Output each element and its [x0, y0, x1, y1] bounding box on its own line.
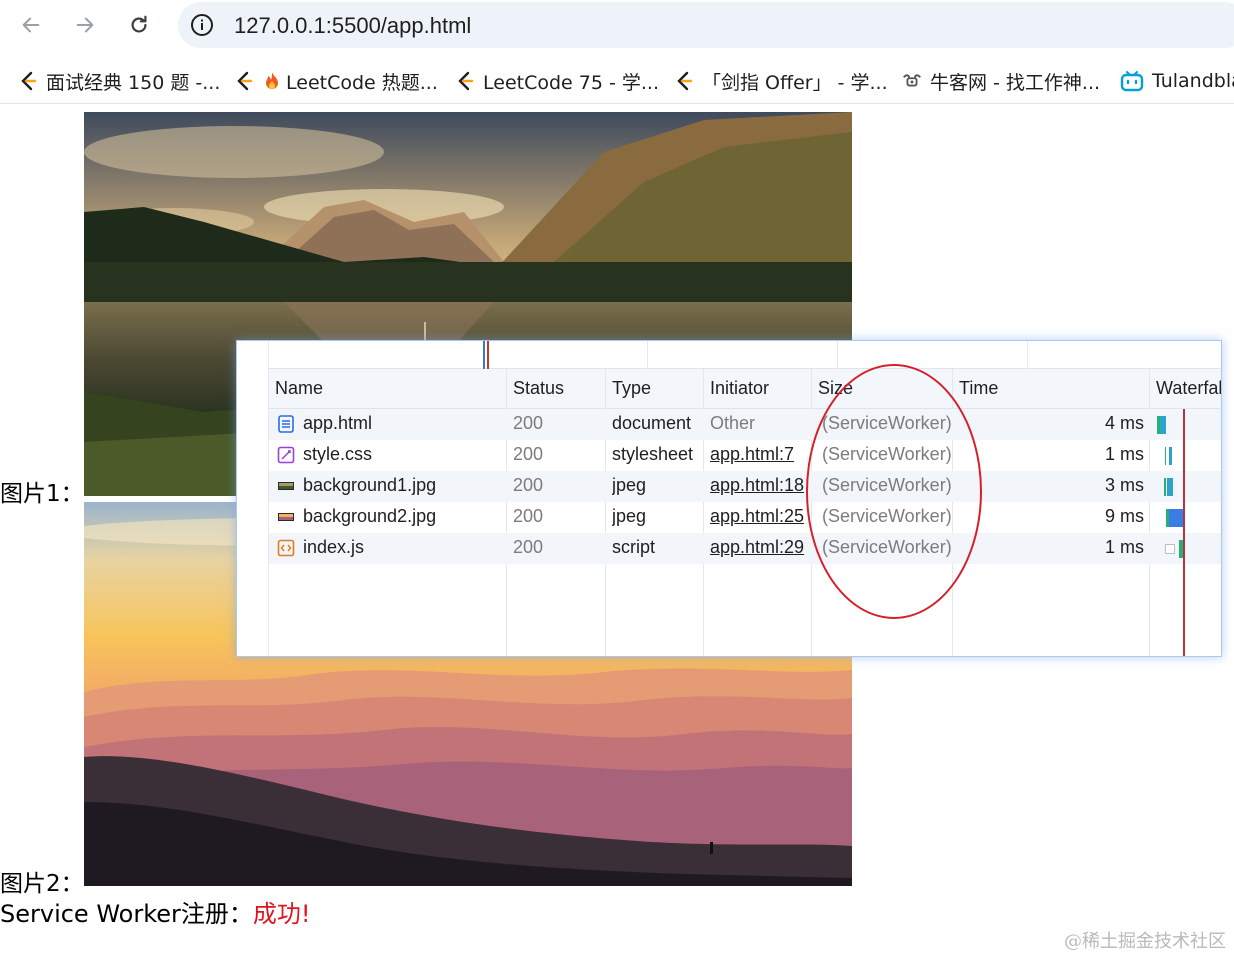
waterfall-load-line [1183, 409, 1185, 656]
image-icon [278, 513, 294, 521]
column-header-waterfall[interactable]: Waterfall [1156, 378, 1221, 399]
row-status: 200 [513, 475, 544, 495]
waterfall-bar [1169, 447, 1172, 465]
row-initiator[interactable]: app.html:18 [710, 475, 808, 496]
back-button[interactable] [16, 10, 46, 40]
waterfall-bar [1169, 509, 1183, 527]
reload-button[interactable] [124, 10, 154, 40]
leetcode-icon [18, 70, 38, 92]
row-time: 1 ms [1105, 444, 1145, 464]
waterfall-bar-queued [1165, 544, 1175, 554]
row-name: app.html [303, 413, 373, 433]
table-row[interactable]: index.js 200 script app.html:29 (Service… [269, 533, 1221, 564]
row-initiator[interactable]: app.html:7 [710, 444, 808, 465]
bookmark-label: LeetCode 热题... [286, 71, 438, 94]
url-text[interactable]: 127.0.0.1:5500/app.html [234, 13, 471, 39]
bookmark-item[interactable]: LeetCode 热题... [234, 68, 438, 94]
info-icon[interactable] [190, 13, 214, 37]
column-header-time[interactable]: Time [959, 378, 998, 399]
browser-toolbar: 127.0.0.1:5500/app.html [0, 0, 1234, 50]
row-size: (ServiceWorker) [822, 413, 952, 433]
image-icon [278, 482, 294, 490]
reload-icon [131, 15, 147, 33]
network-table-header: Name Status Type Initiator Size Time Wat… [269, 369, 1221, 409]
bookmarks-bar: 面试经典 150 题 -... LeetCode 热题... LeetCode … [0, 58, 1234, 104]
row-name: style.css [303, 444, 373, 464]
row-status: 200 [513, 537, 544, 557]
status-success-text: 成功! [252, 900, 311, 928]
bookmark-label: 牛客网 - 找工作神... [930, 71, 1101, 94]
row-name: index.js [303, 537, 365, 557]
service-worker-status: Service Worker注册：成功! [0, 894, 311, 929]
script-icon [277, 539, 295, 557]
table-row[interactable]: background1.jpg 200 jpeg app.html:18 (Se… [269, 471, 1221, 502]
row-name: background2.jpg [303, 506, 437, 526]
fire-icon [262, 70, 282, 92]
service-worker-label: Service Worker注册： [0, 900, 253, 928]
devtools-network-panel: Name Status Type Initiator Size Time Wat… [236, 340, 1222, 657]
row-size: (ServiceWorker) [822, 475, 952, 495]
column-header-name[interactable]: Name [275, 378, 323, 399]
nowcoder-icon [902, 70, 922, 92]
bilibili-icon [1120, 70, 1144, 92]
leetcode-icon [234, 70, 254, 92]
row-time: 1 ms [1105, 537, 1145, 557]
row-time: 4 ms [1105, 413, 1145, 433]
forward-button[interactable] [70, 10, 100, 40]
table-row[interactable]: app.html 200 document Other (ServiceWork… [269, 409, 1221, 440]
row-time: 9 ms [1105, 506, 1145, 526]
waterfall-bar-wait [1164, 478, 1166, 496]
row-initiator[interactable]: app.html:25 [710, 506, 808, 527]
row-name: background1.jpg [303, 475, 437, 495]
row-type: script [612, 537, 656, 557]
row-type: stylesheet [612, 444, 694, 464]
bookmark-item[interactable]: LeetCode 75 - 学... [455, 68, 659, 94]
column-header-initiator[interactable]: Initiator [710, 378, 769, 399]
bookmark-item[interactable]: Tulandbla [1120, 68, 1234, 94]
column-header-type[interactable]: Type [612, 378, 651, 399]
bookmark-item[interactable]: 「剑指 Offer」 - 学... [674, 68, 888, 94]
row-size: (ServiceWorker) [822, 506, 952, 526]
bookmark-label: 面试经典 150 题 -... [46, 71, 221, 94]
table-row[interactable]: background2.jpg 200 jpeg app.html:25 (Se… [269, 502, 1221, 533]
forward-arrow-icon [76, 17, 94, 33]
leetcode-icon [674, 70, 694, 92]
watermark: @稀土掘金技术社区 [1064, 931, 1226, 952]
column-header-status[interactable]: Status [513, 378, 564, 399]
document-icon [278, 415, 294, 433]
leetcode-icon [455, 70, 475, 92]
waterfall-bar-wait [1165, 447, 1166, 465]
row-type: document [612, 413, 692, 433]
address-bar[interactable]: 127.0.0.1:5500/app.html [178, 2, 1234, 48]
table-row[interactable]: style.css 200 stylesheet app.html:7 (Ser… [269, 440, 1221, 471]
row-status: 200 [513, 444, 544, 464]
timeline-marker-load [487, 341, 489, 369]
stylesheet-icon [277, 446, 295, 464]
timeline-overview[interactable] [269, 341, 1221, 369]
row-status: 200 [513, 413, 544, 433]
timeline-marker-dom [483, 341, 485, 369]
bookmark-item[interactable]: 面试经典 150 题 -... [18, 68, 220, 94]
panel-gutter [237, 341, 269, 656]
row-type: jpeg [612, 475, 647, 495]
column-header-size[interactable]: Size [818, 378, 853, 399]
waterfall-bar [1160, 416, 1166, 434]
row-initiator[interactable]: app.html:29 [710, 537, 808, 558]
row-size: (ServiceWorker) [822, 537, 952, 557]
back-arrow-icon [22, 17, 40, 33]
caption-image1: 图片1： [0, 481, 84, 507]
bookmark-label: LeetCode 75 - 学... [483, 71, 659, 94]
bookmark-label: 「剑指 Offer」 - 学... [702, 71, 888, 94]
caption-image2: 图片2： [0, 871, 84, 897]
waterfall-bar [1167, 478, 1173, 496]
row-status: 200 [513, 506, 544, 526]
row-type: jpeg [612, 506, 647, 526]
bookmark-item[interactable]: 牛客网 - 找工作神... [902, 68, 1100, 94]
row-size: (ServiceWorker) [822, 444, 952, 464]
row-time: 3 ms [1105, 475, 1145, 495]
row-initiator: Other [710, 413, 756, 433]
bookmark-label: Tulandbla [1152, 70, 1234, 92]
